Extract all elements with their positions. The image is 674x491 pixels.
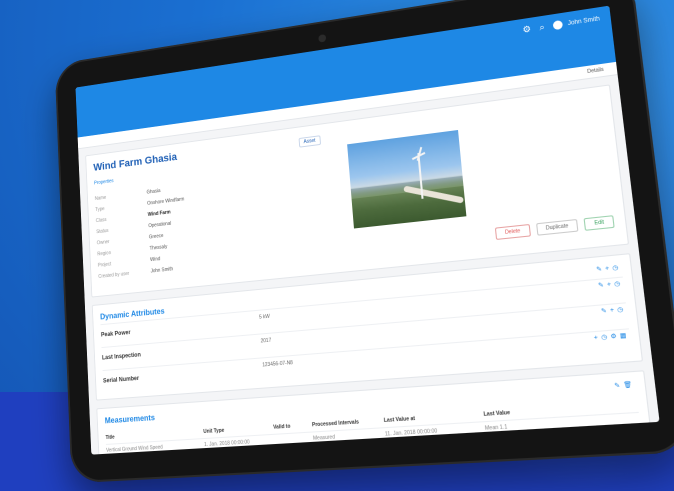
table-cell (274, 439, 313, 441)
column-header[interactable]: Valid to (273, 422, 312, 431)
property-value: John Smith (151, 266, 174, 274)
asset-badge: Asset (299, 135, 321, 147)
history-icon[interactable]: ◷ (617, 307, 627, 314)
history-icon[interactable]: ◷ (614, 281, 624, 288)
property-label: Created by user (98, 269, 151, 280)
asset-photo (347, 130, 466, 229)
attribute-tools: ✎+◷ (601, 306, 627, 316)
settings-icon[interactable]: ⚙ (522, 24, 531, 35)
section-title: Measurements (105, 413, 155, 425)
attribute-value: 5 kW (259, 314, 270, 321)
delete-icon[interactable]: 🗑 (623, 382, 636, 389)
properties-tab[interactable]: Properties (94, 178, 114, 186)
search-icon[interactable]: ⌕ (539, 22, 545, 33)
edit-button[interactable]: Edit (584, 215, 615, 231)
attribute-label: Peak Power (101, 330, 131, 338)
attribute-value: 2017 (261, 338, 272, 345)
section-tools: ✎🗑 (614, 381, 636, 390)
history-icon[interactable]: ◷ (612, 265, 622, 272)
attribute-tools: +◷⚙▦ (594, 332, 631, 342)
property-value: Wind Farm (148, 210, 171, 218)
properties-list: Name Ghasia Type Onshore Windfarm Class Win… (95, 171, 280, 282)
property-value: Thessaly (149, 244, 167, 252)
attribute-value: 123456-07-N8 (262, 360, 293, 368)
attribute-label: Last Inspection (102, 352, 141, 361)
username[interactable]: John Smith (568, 16, 601, 27)
column-header[interactable]: Unit Type (203, 425, 273, 435)
column-header[interactable]: Processed Intervals (312, 418, 384, 429)
property-value: Greece (149, 233, 164, 240)
property-value: Ghasia (146, 188, 160, 195)
attribute-tools: ✎+◷ (598, 280, 624, 290)
section-tools: ✎+◷ (596, 264, 622, 274)
attribute-label: Serial Number (103, 376, 139, 385)
delete-button[interactable]: Delete (495, 224, 531, 240)
property-value: Operational (148, 221, 171, 229)
tablet-device: ⚙ ⌕ John Smith Details Wind Farm Ghasia … (55, 0, 674, 483)
grid-icon[interactable]: ▦ (620, 333, 631, 340)
details-link[interactable]: Details (587, 67, 604, 75)
avatar[interactable] (553, 20, 563, 30)
asset-actions: Delete Duplicate Edit (495, 215, 615, 240)
duplicate-button[interactable]: Duplicate (536, 219, 579, 236)
column-header[interactable]: Last Value (483, 407, 548, 417)
property-value: Wind (150, 256, 160, 263)
page-title: Wind Farm Ghasia (93, 151, 177, 173)
